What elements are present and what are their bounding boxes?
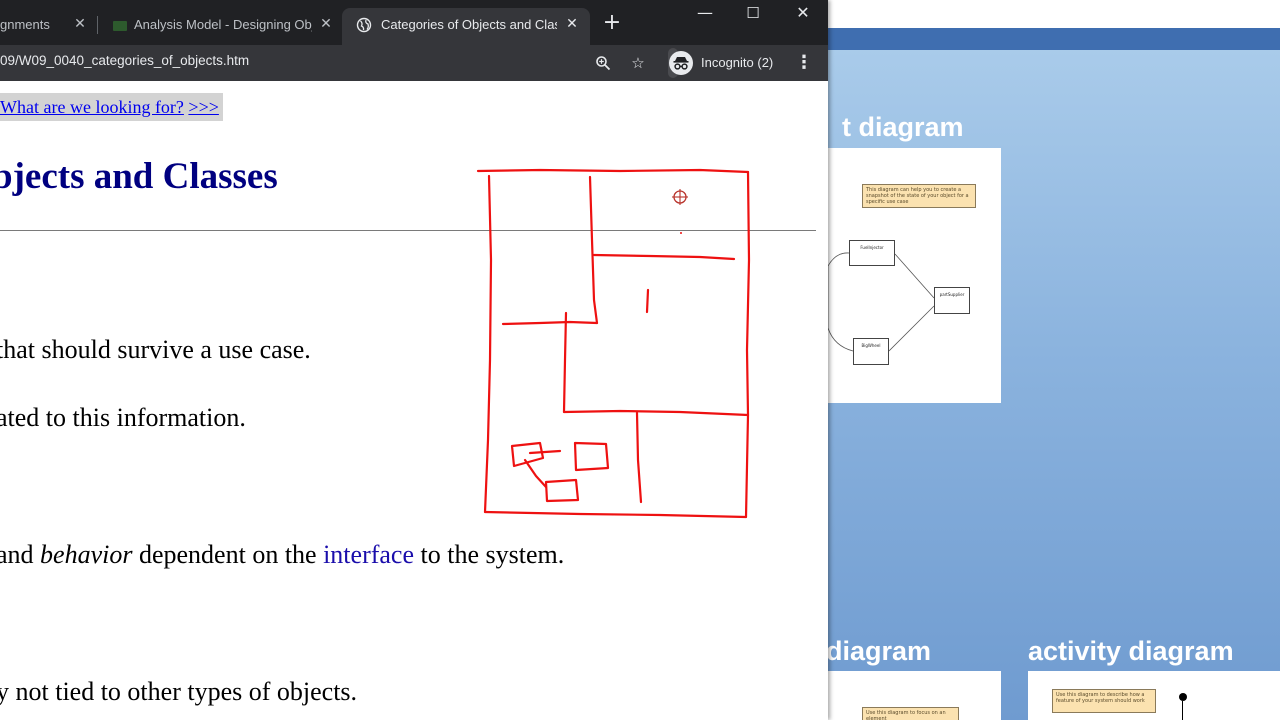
tab-categories-of-objects[interactable]: Categories of Objects and Clas ✕: [342, 8, 590, 45]
diagram-connectors: [828, 252, 935, 352]
gallery-heading-diagram: diagram: [826, 636, 932, 666]
text-fragment: dependent on the: [132, 540, 324, 569]
diagram-note: Use this diagram to describe how a featu…: [1052, 689, 1156, 713]
new-tab-button[interactable]: +: [600, 12, 624, 36]
address-toolbar: 09/W09_0040_categories_of_objects.htm ☆: [0, 45, 828, 81]
zoom-icon[interactable]: [592, 52, 614, 74]
text-fragment: and: [0, 540, 41, 569]
tab-analysis-model[interactable]: Analysis Model - Designing Obj ✕: [98, 8, 342, 45]
tab-assignments[interactable]: gnments ✕: [0, 8, 96, 45]
tab-title: gnments: [0, 17, 50, 32]
maximize-button[interactable]: ☐: [730, 0, 776, 30]
paragraph-line: y not tied to other types of objects.: [0, 677, 358, 706]
paragraph-line: ated to this information.: [0, 403, 246, 432]
next-page-arrows[interactable]: >>>: [188, 97, 218, 117]
close-icon[interactable]: ✕: [72, 15, 88, 31]
activity-start-node: [1179, 693, 1187, 701]
paragraph-line: and behavior dependent on the interface …: [0, 540, 564, 570]
incognito-badge[interactable]: Incognito (2): [668, 48, 773, 78]
activity-diagram-thumbnail[interactable]: Use this diagram to describe how a featu…: [1028, 671, 1280, 720]
tab-title: Categories of Objects and Clas: [381, 17, 557, 32]
interface-link[interactable]: interface: [323, 540, 414, 569]
tab-strip: gnments ✕ Analysis Model - Designing Obj…: [0, 0, 828, 45]
incognito-label: Incognito (2): [701, 55, 774, 70]
background-header-band: [828, 28, 1280, 50]
star-icon[interactable]: ☆: [627, 52, 649, 74]
nav-link-box: What are we looking for? >>>: [0, 93, 223, 121]
object-diagram-thumbnail[interactable]: This diagram can help you to create a sn…: [828, 148, 1001, 403]
page-content: What are we looking for? >>> bjects and …: [0, 81, 828, 720]
tab-title: Analysis Model - Designing Obj: [134, 17, 312, 32]
page-favicon-icon: [112, 18, 128, 34]
diagram-note: Use this diagram to focus on an element: [862, 707, 959, 720]
text-fragment: to the system.: [414, 540, 565, 569]
nav-link[interactable]: What are we looking for?: [0, 97, 184, 117]
close-icon[interactable]: ✕: [564, 15, 580, 31]
italic-term: behavior: [40, 540, 133, 569]
browser-window: gnments ✕ Analysis Model - Designing Obj…: [0, 0, 828, 720]
page-title: bjects and Classes: [0, 156, 278, 197]
activity-flow-line: [1182, 701, 1183, 720]
horizontal-rule: [0, 230, 816, 231]
gallery-heading-activity-diagram: activity diagram: [1028, 636, 1234, 666]
globe-icon: [356, 17, 372, 33]
gallery-heading-object-diagram: t diagram: [842, 112, 964, 142]
diagram-thumbnail[interactable]: Use this diagram to focus on an element: [828, 671, 1001, 720]
background-window-titlebar: [828, 0, 1280, 28]
paragraph-line: that should survive a use case.: [0, 335, 311, 364]
menu-icon[interactable]: ⋮: [793, 52, 815, 74]
minimize-button[interactable]: —: [682, 0, 728, 30]
close-window-button[interactable]: ✕: [780, 0, 826, 30]
close-icon[interactable]: ✕: [318, 15, 334, 31]
address-bar-url[interactable]: 09/W09_0040_categories_of_objects.htm: [0, 53, 249, 68]
incognito-icon: [669, 51, 693, 75]
